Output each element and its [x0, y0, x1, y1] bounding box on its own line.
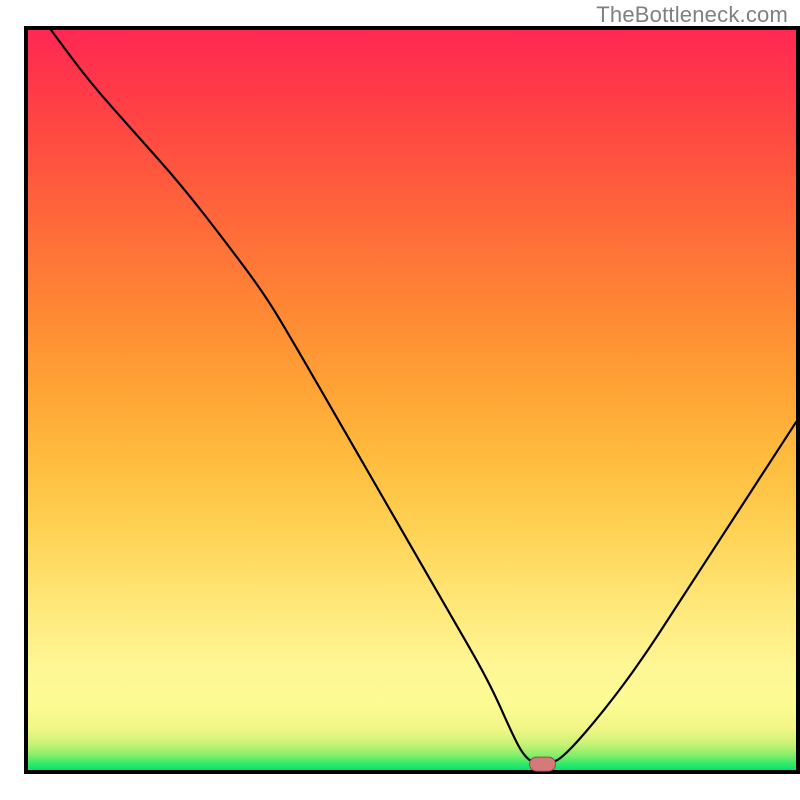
- watermark-text: TheBottleneck.com: [596, 2, 788, 28]
- bottleneck-chart: [0, 0, 800, 800]
- chart-container: TheBottleneck.com: [0, 0, 800, 800]
- optimal-marker: [530, 757, 556, 771]
